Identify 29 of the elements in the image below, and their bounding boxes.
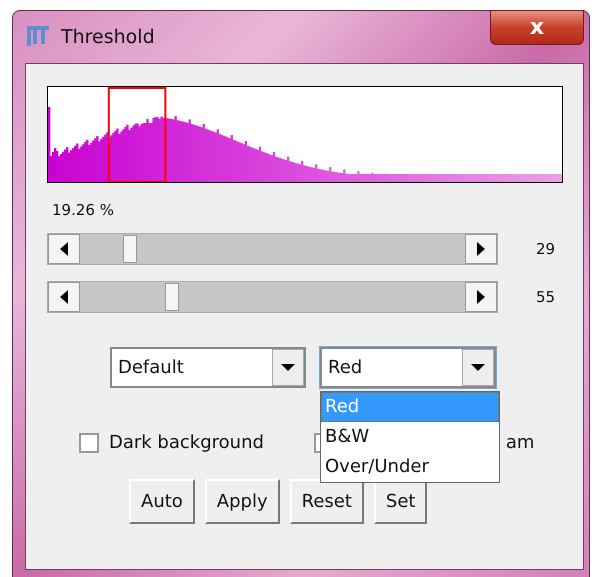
- checkbox-label: am: [506, 432, 534, 453]
- checkbox-label: Dark background: [109, 432, 264, 453]
- slider-thumb[interactable]: [123, 235, 138, 263]
- dropdown-button[interactable]: [462, 349, 494, 386]
- scroll-right-button[interactable]: [465, 234, 497, 264]
- left-arrow-icon: [60, 290, 68, 304]
- right-arrow-icon: [477, 242, 485, 256]
- slider-value: 29: [536, 240, 556, 258]
- threshold-slider[interactable]: [47, 281, 498, 313]
- scroll-right-button[interactable]: [465, 282, 497, 312]
- dropdown[interactable]: Red: [320, 347, 496, 388]
- close-button[interactable]: x: [490, 10, 584, 45]
- window-title: Threshold: [61, 26, 155, 48]
- caret-icon: [471, 364, 485, 371]
- action-button[interactable]: Reset: [290, 479, 364, 524]
- threshold-slider[interactable]: [47, 233, 498, 265]
- percentage-label: 19.26 %: [52, 201, 114, 219]
- action-button[interactable]: Apply: [204, 479, 280, 524]
- checkbox[interactable]: [79, 432, 99, 452]
- dropdown[interactable]: Default: [110, 347, 306, 388]
- left-arrow-icon: [60, 242, 68, 256]
- scroll-left-button[interactable]: [48, 282, 80, 312]
- slider-thumb[interactable]: [165, 283, 180, 311]
- slider-value: 55: [536, 288, 556, 306]
- action-button[interactable]: Auto: [129, 479, 195, 524]
- right-arrow-icon: [477, 290, 485, 304]
- dropdown-button[interactable]: [272, 349, 304, 386]
- caret-icon: [281, 364, 295, 371]
- scroll-left-button[interactable]: [48, 234, 80, 264]
